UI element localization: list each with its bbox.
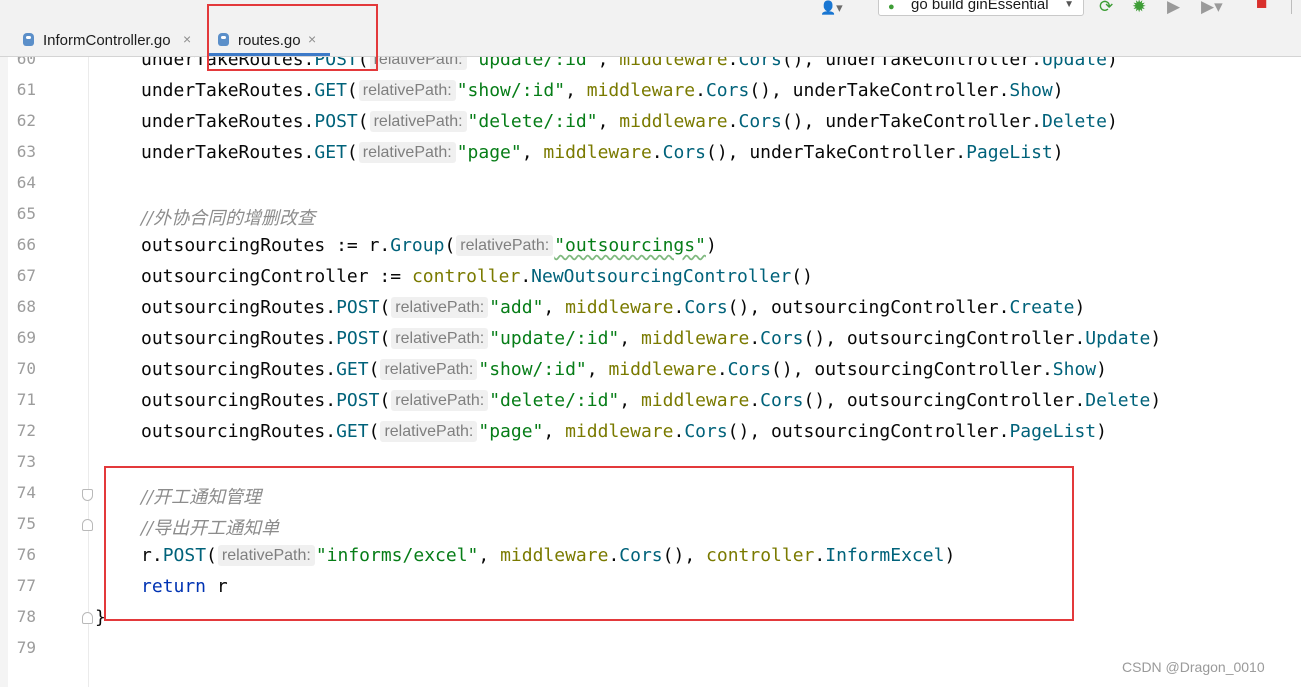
go-run-config-icon: ● <box>888 1 895 13</box>
parameter-hint: relativePath: <box>358 80 456 101</box>
profile-icon[interactable]: ▶▾ <box>1201 0 1223 17</box>
fold-end-icon[interactable] <box>82 519 93 531</box>
debug-icon[interactable]: ✹ <box>1132 0 1146 17</box>
code-text: outsourcingRoutes.GET(relativePath: "show… <box>141 359 1107 380</box>
code-line: 67 outsourcingController := controller.N… <box>0 263 1301 294</box>
run-configuration-label: go build ginEssential <box>911 0 1049 13</box>
code-text: underTakeRoutes.GET(relativePath: "show/:… <box>141 80 1064 101</box>
run-configuration-select[interactable]: ● go build ginEssential ▼ <box>878 0 1084 16</box>
line-number: 76 <box>16 545 36 564</box>
code-line: 72 outsourcingRoutes.GET(relativePath: "p… <box>0 418 1301 449</box>
fold-end-icon[interactable] <box>82 612 93 624</box>
toolbar-divider <box>1291 0 1292 14</box>
close-icon[interactable]: × <box>183 31 191 47</box>
parameter-hint: relativePath: <box>380 359 478 380</box>
parameter-hint: relativePath: <box>391 328 489 349</box>
line-number: 68 <box>16 297 36 316</box>
parameter-hint: relativePath: <box>391 297 489 318</box>
code-text: outsourcingRoutes.GET(relativePath: "page… <box>141 421 1107 442</box>
line-number: 77 <box>16 576 36 595</box>
line-number: 66 <box>16 235 36 254</box>
main-toolbar: 👤▾ ● go build ginEssential ▼ ⟳ ✹ ▶ ▶▾ ■ <box>0 0 1301 24</box>
parameter-hint: relativePath: <box>369 111 467 132</box>
code-line: 65 //外协合同的增删改查 <box>0 201 1301 232</box>
line-number: 62 <box>16 111 36 130</box>
line-number: 78 <box>16 607 36 626</box>
code-text: outsourcingRoutes.POST(relativePath: "upd… <box>141 328 1162 349</box>
go-file-icon <box>23 33 34 46</box>
line-number: 64 <box>16 173 36 192</box>
user-dropdown-icon[interactable]: 👤▾ <box>820 0 856 16</box>
line-number: 67 <box>16 266 36 285</box>
chevron-down-icon: ▼ <box>1064 0 1074 10</box>
line-number: 72 <box>16 421 36 440</box>
line-number: 69 <box>16 328 36 347</box>
code-line: 68 outsourcingRoutes.POST(relativePath: "… <box>0 294 1301 325</box>
code-text: underTakeRoutes.GET(relativePath: "page",… <box>141 142 1064 163</box>
line-number: 71 <box>16 390 36 409</box>
rerun-icon[interactable]: ⟳ <box>1099 0 1113 17</box>
highlight-box-routes-tab <box>207 4 378 71</box>
code-line: 79 <box>0 635 1301 666</box>
parameter-hint: relativePath: <box>456 235 554 256</box>
code-line: 63 underTakeRoutes.GET(relativePath: "pag… <box>0 139 1301 170</box>
line-number: 79 <box>16 638 36 657</box>
highlight-box-inform-routes <box>104 466 1074 621</box>
editor-tab-bar: InformController.go × routes.go × <box>0 24 1301 57</box>
line-number: 70 <box>16 359 36 378</box>
code-comment: //外协合同的增删改查 <box>141 208 316 229</box>
code-line: 70 outsourcingRoutes.GET(relativePath: "s… <box>0 356 1301 387</box>
code-text: outsourcingRoutes := r.Group(relativePat… <box>141 235 717 256</box>
code-text: outsourcingRoutes.POST(relativePath: "del… <box>141 390 1162 411</box>
line-number: 75 <box>16 514 36 533</box>
line-number: 60 <box>16 57 36 68</box>
code-line: 64 <box>0 170 1301 201</box>
code-line: 62 underTakeRoutes.POST(relativePath: "de… <box>0 108 1301 139</box>
stop-icon[interactable]: ■ <box>1256 0 1267 15</box>
code-line: 71 outsourcingRoutes.POST(relativePath: "… <box>0 387 1301 418</box>
line-number: 65 <box>16 204 36 223</box>
parameter-hint: relativePath: <box>369 57 467 70</box>
tab-label: InformController.go <box>43 32 171 49</box>
parameter-hint: relativePath: <box>358 142 456 163</box>
code-text: outsourcingRoutes.POST(relativePath: "add… <box>141 297 1086 318</box>
parameter-hint: relativePath: <box>391 390 489 411</box>
line-number: 74 <box>16 483 36 502</box>
watermark: CSDN @Dragon_0010 <box>1122 659 1265 675</box>
tab-informcontroller-go[interactable]: InformController.go × <box>23 24 201 56</box>
code-line: 66 outsourcingRoutes := r.Group(relative… <box>0 232 1301 263</box>
code-line: 69 outsourcingRoutes.POST(relativePath: "… <box>0 325 1301 356</box>
coverage-icon[interactable]: ▶ <box>1167 0 1180 17</box>
line-number: 61 <box>16 80 36 99</box>
code-line: 61 underTakeRoutes.GET(relativePath: "sho… <box>0 77 1301 108</box>
line-number: 63 <box>16 142 36 161</box>
code-line: 60 underTakeRoutes.POST(relativePath: "up… <box>0 57 1301 77</box>
fold-start-icon[interactable] <box>82 489 93 501</box>
code-text: outsourcingController := controller.NewO… <box>141 266 813 287</box>
line-number: 73 <box>16 452 36 471</box>
parameter-hint: relativePath: <box>380 421 478 442</box>
code-text: underTakeRoutes.POST(relativePath: "delet… <box>141 111 1118 132</box>
